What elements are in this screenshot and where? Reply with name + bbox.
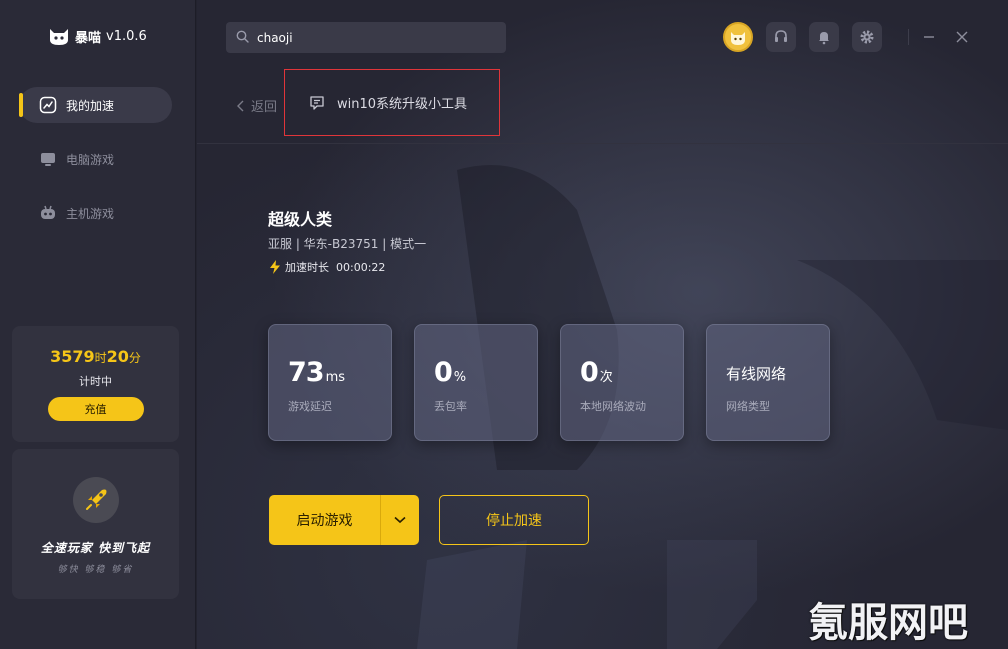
packet-loss-label: 丢包率 [434,400,467,413]
monitor-icon [39,150,57,168]
sidebar-item-label: 主机游戏 [66,206,115,221]
header-divider [197,143,1008,144]
sidebar-item-label: 我的加速 [66,98,115,113]
stat-card-latency: 73 ms 游戏延迟 [268,324,392,441]
packet-loss-value: 0% [434,357,466,388]
message-icon [310,95,324,110]
network-type-label: 网络类型 [726,400,770,413]
hours-value: 3579 [50,347,95,366]
fluctuation-unit: 次 [599,370,613,385]
main-panel: 返回 win10系统升级小工具 超级人类 亚服 | 华东-B23751 | 模式… [197,0,1008,649]
chart-icon [39,96,57,114]
sidebar: 暴喵 v1.0.6 我的加速 电脑游戏 主机游戏 3579时20分 计时中 充值… [0,0,196,649]
search-bar[interactable] [226,22,506,53]
back-button[interactable]: 返回 [237,96,277,115]
app-version: v1.0.6 [106,28,147,44]
recharge-button[interactable]: 充值 [47,397,144,421]
chevron-down-icon [394,516,406,524]
fluctuation-label: 本地网络波动 [580,400,646,413]
start-game-button-group: 启动游戏 [269,495,419,545]
game-title: 超级人类 [268,210,333,229]
cat-logo-icon [48,26,70,46]
stat-card-network-fluctuation: 0次 本地网络波动 [560,324,684,441]
rocket-icon [72,477,119,523]
packet-loss-number: 0 [434,357,453,388]
app-name: 暴喵 [75,30,102,46]
boost-duration: 加速时长 00:00:22 [268,259,385,275]
fluctuation-number: 0 [580,357,599,388]
boost-duration-value: 00:00:22 [336,260,386,274]
hours-unit: 时 [94,351,107,365]
promo-subtitle: 够快 够稳 够省 [57,565,134,575]
notifications-button[interactable] [809,22,839,52]
sidebar-item-pc-games[interactable]: 电脑游戏 [19,141,172,177]
boost-duration-label: 加速时长 [285,261,329,274]
fluctuation-value: 0次 [580,357,613,388]
chevron-left-icon [237,100,244,111]
stat-card-network-type: 有线网络 网络类型 [706,324,830,441]
avatar[interactable] [723,22,753,52]
sidebar-item-label: 电脑游戏 [66,152,115,167]
cat-avatar-icon [731,32,745,45]
back-label: 返回 [251,100,278,115]
settings-button[interactable] [852,22,882,52]
customer-service-button[interactable] [766,22,796,52]
latency-unit: ms [325,370,346,385]
window-divider [901,29,917,45]
sidebar-item-console-games[interactable]: 主机游戏 [19,195,172,231]
remaining-time: 3579时20分 [12,347,179,366]
minutes-unit: 分 [128,351,141,365]
minutes-value: 20 [106,347,129,366]
search-icon [236,28,249,47]
close-icon[interactable] [954,29,970,45]
packet-loss-unit: % [453,370,467,385]
bell-icon [819,32,829,45]
headset-icon [775,30,787,42]
watermark: 氪服网吧 [808,600,968,646]
promo-card[interactable]: 全速玩家 快到飞起 够快 够稳 够省 [12,449,179,599]
toolbar [723,22,882,52]
gamepad-icon [39,204,57,222]
latency-label: 游戏延迟 [288,400,332,413]
time-card: 3579时20分 计时中 充值 [12,326,179,442]
latency-number: 73 [288,357,325,388]
search-input[interactable] [257,30,497,45]
stop-boost-button[interactable]: 停止加速 [439,495,589,545]
app-logo: 暴喵 v1.0.6 [48,26,147,46]
sidebar-item-my-boost[interactable]: 我的加速 [19,87,172,123]
lightning-icon [270,260,280,274]
start-game-button[interactable]: 启动游戏 [269,495,380,545]
promo-title: 全速玩家 快到飞起 [40,541,151,555]
gear-icon [860,30,874,44]
upgrade-tool-label: win10系统升级小工具 [337,97,468,112]
game-server-info: 亚服 | 华东-B23751 | 模式一 [268,237,427,251]
stat-card-packet-loss: 0% 丢包率 [414,324,538,441]
start-options-dropdown[interactable] [381,495,419,545]
latency-value: 73 ms [288,357,345,388]
network-type-value: 有线网络 [726,365,787,383]
timer-status: 计时中 [79,375,112,388]
minimize-icon[interactable] [921,29,937,45]
upgrade-tool-link[interactable]: win10系统升级小工具 [284,69,500,136]
